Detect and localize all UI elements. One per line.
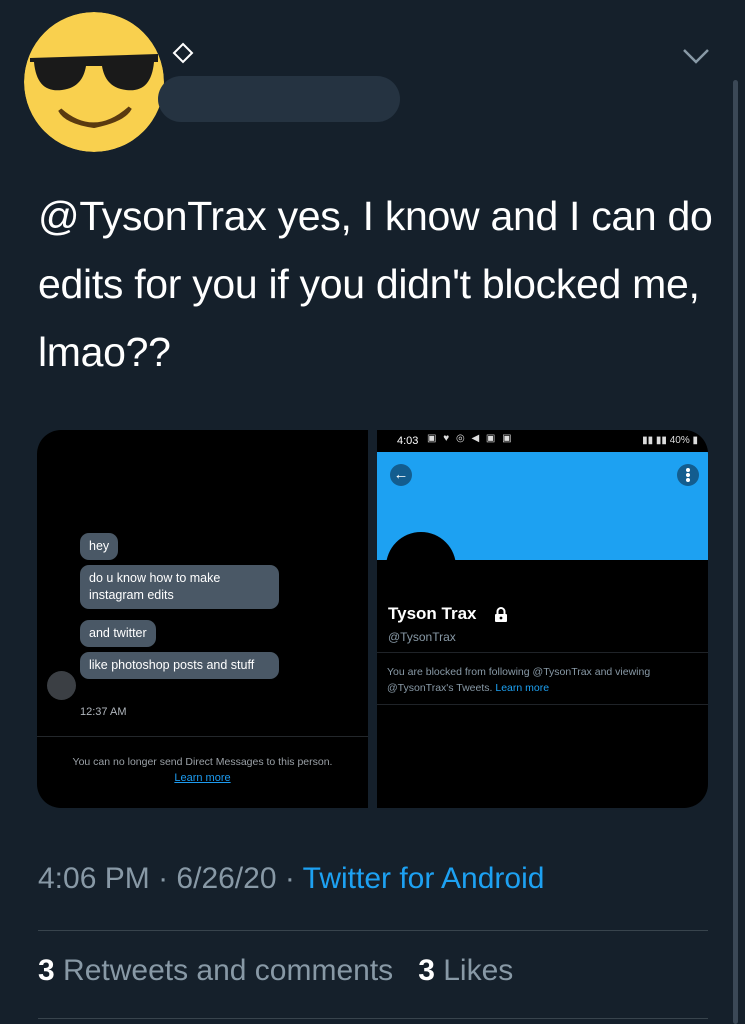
tweet-text: @TysonTrax yes, I know and I can do edit… — [38, 193, 713, 375]
dm-message: and twitter — [80, 620, 156, 647]
tweet-meta: 4:06 PM · 6/26/20 · Twitter for Android — [38, 862, 544, 896]
phone-status-bar: 4:03 ▣ ♥ ◎ ◀ ▣ ▣ ▮▮ ▮▮ 40% ▮ — [377, 430, 708, 452]
divider — [377, 704, 708, 705]
tweet-time: 4:06 PM — [38, 862, 150, 895]
divider — [37, 736, 368, 737]
retweets-stat[interactable]: 3 Retweets and comments — [38, 954, 393, 987]
back-arrow-icon: ← — [390, 464, 412, 486]
diamond-icon — [172, 42, 194, 64]
dm-learn-more-link: Learn more — [174, 772, 231, 784]
likes-count: 3 — [418, 954, 435, 987]
author-avatar[interactable] — [24, 12, 164, 152]
profile-avatar — [386, 532, 456, 602]
divider — [377, 652, 708, 653]
tweet-stats: 3 Retweets and comments 3 Likes — [38, 954, 513, 988]
status-time: 4:03 — [397, 435, 419, 447]
tweet-source-link[interactable]: Twitter for Android — [303, 862, 545, 895]
retweets-count: 3 — [38, 954, 55, 987]
scrollbar[interactable] — [733, 80, 738, 1024]
more-vertical-icon — [677, 464, 699, 486]
profile-learn-more-link: Learn more — [495, 682, 550, 694]
tweet-media[interactable]: hey do u know how to make instagram edit… — [37, 430, 708, 808]
sunglasses-emoji-icon — [24, 12, 164, 152]
meta-separator: · — [284, 862, 295, 895]
dm-message: do u know how to make instagram edits — [80, 565, 279, 609]
divider — [38, 1018, 708, 1019]
profile-handle: @TysonTrax — [388, 630, 456, 644]
lock-icon — [495, 607, 507, 622]
redacted-username — [158, 76, 400, 122]
tweet-date: 6/26/20 — [176, 862, 277, 895]
retweets-label: Retweets and comments — [63, 954, 394, 987]
likes-stat[interactable]: 3 Likes — [418, 954, 513, 987]
media-image-profile[interactable]: 4:03 ▣ ♥ ◎ ◀ ▣ ▣ ▮▮ ▮▮ 40% ▮ ← Tyson Tra… — [377, 430, 708, 808]
dm-timestamp: 12:37 AM — [80, 706, 127, 718]
status-battery: ▮▮ ▮▮ 40% ▮ — [642, 435, 698, 446]
dm-blocked-notice: You can no longer send Direct Messages t… — [72, 756, 333, 768]
meta-separator: · — [158, 862, 169, 895]
media-image-dm[interactable]: hey do u know how to make instagram edit… — [37, 430, 368, 808]
dm-sender-avatar — [47, 671, 76, 700]
chevron-down-icon[interactable] — [680, 44, 712, 68]
dm-message: hey — [80, 533, 119, 560]
likes-label: Likes — [443, 954, 514, 987]
divider — [38, 930, 708, 931]
profile-name: Tyson Trax — [388, 604, 477, 623]
blocked-message: You are blocked from following @TysonTra… — [387, 664, 702, 696]
notification-icons: ▣ ♥ ◎ ◀ ▣ ▣ — [427, 433, 514, 444]
dm-message: like photoshop posts and stuff — [80, 652, 279, 679]
